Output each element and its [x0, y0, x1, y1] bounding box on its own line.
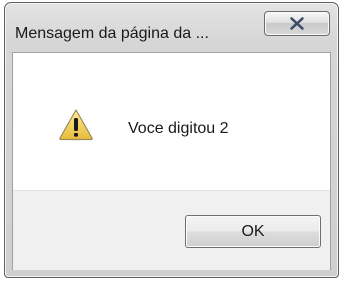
close-button[interactable] — [264, 11, 330, 36]
dialog-message: Voce digitou 2 — [128, 120, 229, 137]
close-icon — [290, 17, 304, 30]
dialog-button-bar: OK — [13, 190, 330, 270]
warning-icon — [59, 109, 93, 141]
alert-dialog-window: Mensagem da página da ... Voce digitou 2 — [4, 2, 339, 278]
ok-button[interactable]: OK — [185, 215, 321, 248]
dialog-title: Mensagem da página da ... — [15, 25, 209, 42]
dialog-content: Voce digitou 2 — [13, 53, 330, 190]
dialog-client-area: Voce digitou 2 OK — [12, 52, 331, 270]
titlebar[interactable]: Mensagem da página da ... — [5, 3, 338, 53]
